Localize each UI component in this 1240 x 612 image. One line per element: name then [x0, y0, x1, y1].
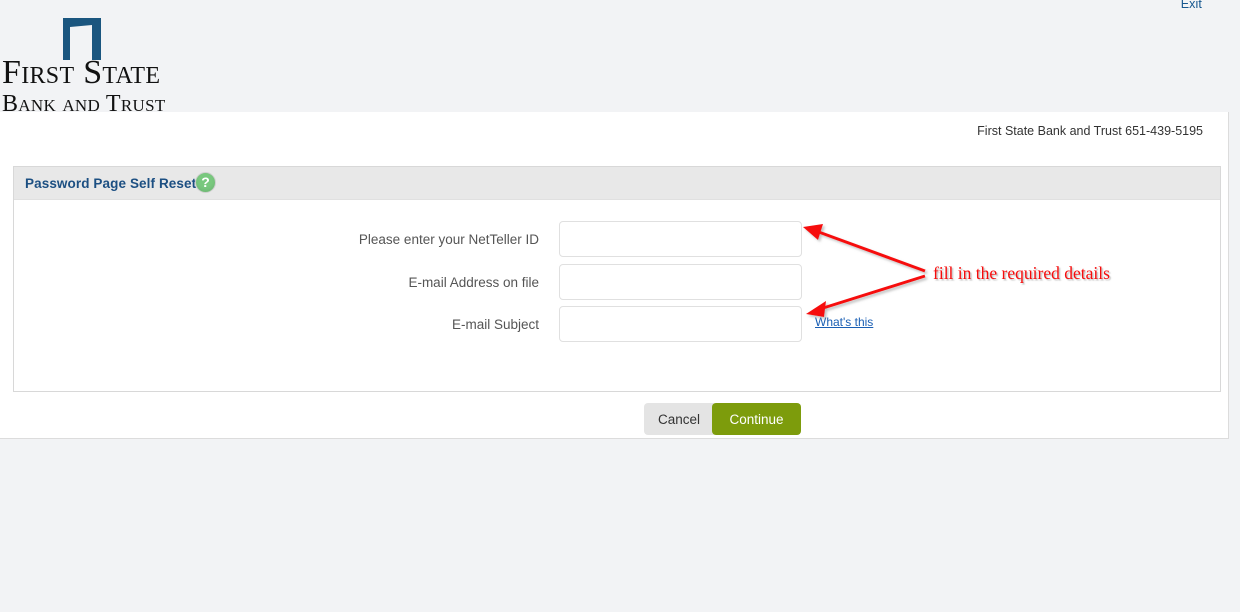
bank-logo: First State Bank and Trust	[0, 8, 230, 116]
continue-button[interactable]: Continue	[712, 403, 801, 435]
help-question-icon[interactable]: ?	[195, 172, 216, 193]
cancel-button[interactable]: Cancel	[644, 403, 714, 435]
form-row-email-subject: E-mail Subject What's this	[14, 306, 1220, 344]
panel-header-bar: Password Page Self Reset ?	[14, 167, 1220, 200]
email-address-input[interactable]	[559, 264, 802, 300]
email-subject-input[interactable]	[559, 306, 802, 342]
form-row-email-address: E-mail Address on file	[14, 264, 1220, 302]
label-email-subject: E-mail Subject	[451, 317, 539, 332]
exit-link[interactable]: Exit	[1181, 0, 1202, 11]
page-root: Exit First State Bank and Trust First St…	[0, 0, 1240, 612]
label-email-address: E-mail Address on file	[408, 275, 539, 290]
label-netteller-id: Please enter your NetTeller ID	[358, 232, 539, 247]
top-header-area: Exit First State Bank and Trust	[0, 0, 1240, 116]
whats-this-link[interactable]: What's this	[815, 315, 873, 329]
bank-contact-line: First State Bank and Trust 651-439-5195	[977, 124, 1203, 138]
self-reset-panel: Password Page Self Reset ? Please enter …	[13, 166, 1221, 435]
content-card: First State Bank and Trust 651-439-5195 …	[0, 112, 1229, 439]
panel-title: Password Page Self Reset	[25, 176, 197, 191]
logo-line-1: First State	[2, 54, 161, 91]
form-row-netteller-id: Please enter your NetTeller ID	[14, 221, 1220, 259]
netteller-id-input[interactable]	[559, 221, 802, 257]
